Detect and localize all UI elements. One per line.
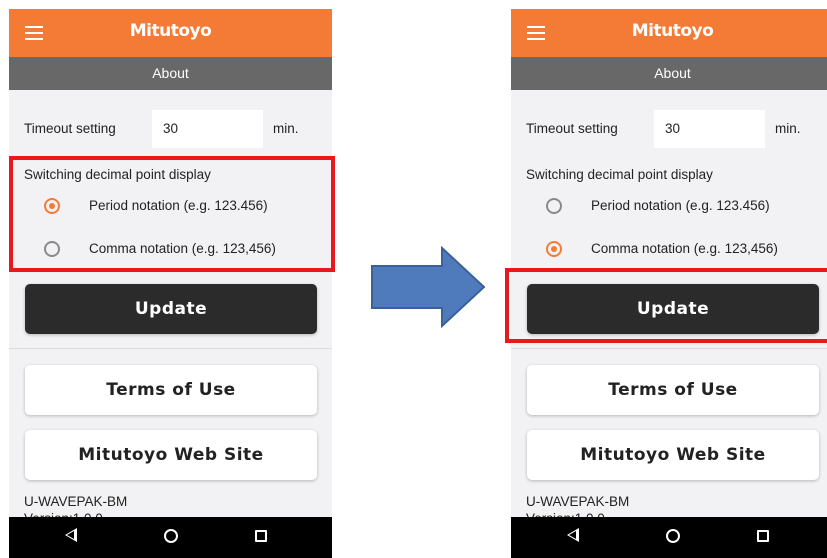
radio-label: Comma notation (e.g. 123,456) xyxy=(591,241,778,256)
app-header: Mitutoyo xyxy=(511,9,827,57)
terms-of-use-button[interactable]: Terms of Use xyxy=(25,365,317,415)
highlight-update-button xyxy=(505,268,827,343)
back-icon[interactable] xyxy=(567,528,579,542)
highlight-decimal-options xyxy=(9,156,335,272)
timeout-unit: min. xyxy=(273,121,299,136)
home-icon[interactable] xyxy=(164,529,178,543)
radio-unselected-icon[interactable] xyxy=(546,198,562,214)
timeout-label: Timeout setting xyxy=(526,121,618,136)
app-header: Mitutoyo xyxy=(9,9,332,57)
recents-icon[interactable] xyxy=(757,530,769,542)
website-button[interactable]: Mitutoyo Web Site xyxy=(25,430,317,480)
right-arrow-icon xyxy=(371,246,486,328)
home-icon[interactable] xyxy=(666,529,680,543)
phone-screen-before: Mitutoyo About Timeout setting 30 min. S… xyxy=(9,9,332,558)
terms-of-use-button[interactable]: Terms of Use xyxy=(527,365,819,415)
product-name: U-WAVEPAK-BM xyxy=(526,494,630,509)
website-button[interactable]: Mitutoyo Web Site xyxy=(527,430,819,480)
radio-selected-icon[interactable] xyxy=(546,241,562,257)
timeout-input[interactable]: 30 xyxy=(152,110,263,148)
app-logo: Mitutoyo xyxy=(129,21,212,41)
recents-icon[interactable] xyxy=(255,530,267,542)
system-nav-bar xyxy=(511,517,827,558)
app-logo: Mitutoyo xyxy=(631,21,714,41)
decimal-display-label: Switching decimal point display xyxy=(526,167,713,182)
divider xyxy=(9,348,332,349)
product-name: U-WAVEPAK-BM xyxy=(24,494,128,509)
page-title: About xyxy=(9,57,332,90)
timeout-unit: min. xyxy=(775,121,801,136)
timeout-label: Timeout setting xyxy=(24,121,116,136)
page-title: About xyxy=(511,57,827,90)
divider xyxy=(511,348,827,349)
timeout-input[interactable]: 30 xyxy=(654,110,765,148)
system-nav-bar xyxy=(9,517,332,558)
update-button[interactable]: Update xyxy=(25,284,317,334)
radio-label: Period notation (e.g. 123.456) xyxy=(591,198,770,213)
back-icon[interactable] xyxy=(65,528,77,542)
